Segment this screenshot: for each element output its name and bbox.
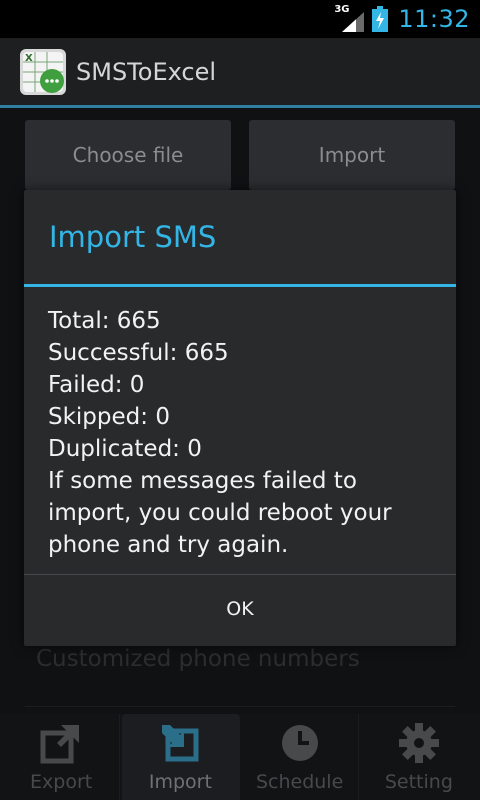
screen: 3G 11:32 X SMSToExcel Choose file Import… — [0, 0, 480, 800]
successful-line: Successful: 665 — [48, 340, 229, 366]
signal-icon: 3G — [334, 4, 365, 32]
import-sms-dialog: Import SMS Total: 665 Successful: 665 Fa… — [24, 190, 456, 646]
status-bar: 3G 11:32 — [0, 0, 480, 38]
battery-icon — [372, 6, 389, 32]
total-line: Total: 665 — [48, 308, 161, 334]
failed-line: Failed: 0 — [48, 372, 145, 398]
dialog-title: Import SMS — [24, 190, 456, 287]
ok-button[interactable]: OK — [24, 575, 456, 643]
clock-time: 11:32 — [398, 5, 470, 33]
skipped-line: Skipped: 0 — [48, 404, 170, 430]
dialog-message: Total: 665 Successful: 665 Failed: 0 Ski… — [24, 287, 456, 574]
duplicated-line: Duplicated: 0 — [48, 436, 202, 462]
reboot-hint: If some messages failed to import, you c… — [48, 468, 392, 558]
